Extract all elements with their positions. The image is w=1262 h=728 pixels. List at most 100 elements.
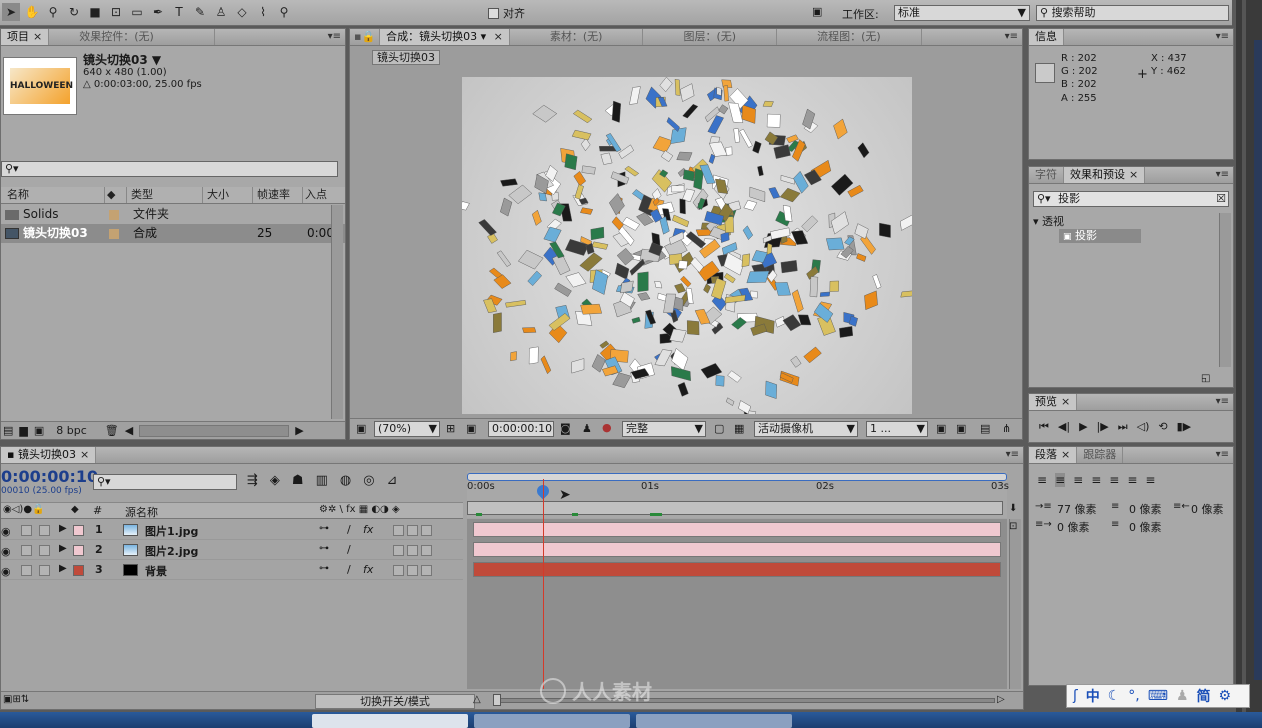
tab-tracker[interactable]: 跟踪器 — [1077, 447, 1124, 463]
hand-tool-icon[interactable]: ✋ — [23, 3, 41, 21]
layer-row[interactable]: ◉ ▶ 2 图片2.jpg ⊶ / — [1, 541, 463, 560]
scroll-left-icon[interactable]: ◀ — [125, 424, 133, 437]
brainstorm-icon[interactable]: ◎ — [363, 473, 374, 488]
panel-menu-icon[interactable]: ▾≡ — [328, 31, 341, 42]
project-item-name[interactable]: 镜头切换03 ▼ — [83, 51, 161, 68]
comp-marker-bin-icon[interactable]: ⬇ — [1009, 503, 1017, 514]
channel-icon[interactable]: ● — [602, 421, 612, 434]
visibility-toggle[interactable]: ◉ — [1, 525, 12, 538]
solo-toggle[interactable] — [39, 545, 50, 556]
views-select[interactable]: 1 ... ▼ — [866, 421, 928, 437]
zoom-out-icon[interactable]: △ — [473, 694, 481, 705]
justify-right-icon[interactable]: ≡ — [1127, 473, 1137, 487]
toggle-pixel-aspect-icon[interactable]: ▣ — [936, 422, 946, 435]
tab-footage[interactable]: 素材：(无) — [510, 29, 644, 45]
graph-editor-icon[interactable]: ⊿ — [387, 473, 398, 488]
rectangle-tool-icon[interactable]: ▭ — [128, 3, 146, 21]
horizontal-scroll-track[interactable] — [139, 424, 290, 437]
type-tool-icon[interactable]: T — [170, 3, 188, 21]
transparency-grid-icon[interactable]: ▦ — [734, 422, 744, 435]
selection-tool-icon[interactable]: ➤ — [2, 3, 20, 21]
first-frame-icon[interactable]: ⏮ — [1039, 420, 1049, 434]
layer-duration-bar[interactable] — [473, 562, 1001, 577]
label-color-swatch[interactable] — [73, 545, 84, 556]
label-color-swatch[interactable] — [73, 525, 84, 536]
project-scrollbar[interactable] — [331, 205, 343, 419]
justify-all-icon[interactable]: ≡ — [1145, 473, 1155, 487]
audio-toggle[interactable] — [21, 565, 32, 576]
safe-zones-icon[interactable]: ⊞ — [446, 422, 455, 435]
ime-logo-icon[interactable]: ʃ — [1073, 688, 1078, 704]
shy-switch-icon[interactable]: ⊶ — [319, 563, 329, 574]
solo-toggle[interactable] — [39, 565, 50, 576]
expand-icon[interactable]: ▶ — [59, 523, 67, 534]
timeline-search-input[interactable]: ⚲▾ — [93, 474, 237, 490]
new-folder-icon[interactable]: ◱ — [1201, 373, 1210, 384]
layer-row[interactable]: ◉ ▶ 3 背景 ⊶ / fx — [1, 561, 463, 580]
ime-user-icon[interactable]: ♟ — [1176, 688, 1189, 704]
layer-switches-icon[interactable]: ▣⊞⇅ — [3, 694, 29, 705]
tab-preview[interactable]: 预览 × — [1029, 394, 1078, 410]
work-area-bar[interactable] — [467, 473, 1007, 481]
shy-switch-icon[interactable]: ⊶ — [319, 523, 329, 534]
switch-box[interactable] — [407, 565, 418, 576]
expand-icon[interactable]: ▶ — [59, 543, 67, 554]
interpret-footage-icon[interactable]: ▤ — [3, 424, 13, 437]
audio-icon[interactable]: ◁) — [1137, 420, 1150, 434]
comp-viewer[interactable] — [462, 77, 912, 414]
zoom-select[interactable]: (70%) ▼ — [374, 421, 440, 437]
comp-timecode-field[interactable]: 0:00:00:10 — [488, 421, 554, 437]
fast-previews-icon[interactable]: ▣ — [956, 422, 966, 435]
frame-blending-icon[interactable]: ▥ — [316, 473, 328, 488]
project-search-input[interactable]: ⚲▾ — [1, 161, 338, 177]
quality-switch-icon[interactable]: / — [347, 523, 351, 536]
comp-name-button[interactable]: 镜头切换03 — [372, 50, 440, 65]
puppet-pin-tool-icon[interactable]: ⚲ — [275, 3, 293, 21]
expand-icon[interactable]: ▶ — [59, 563, 67, 574]
trash-icon[interactable]: 🗑 — [105, 424, 119, 437]
zoom-tool-icon[interactable]: ⚲ — [44, 3, 62, 21]
scroll-right-icon[interactable]: ▶ — [295, 424, 303, 437]
tab-project[interactable]: 项目 × — [1, 29, 50, 45]
col-source-name[interactable]: 源名称 — [125, 504, 158, 520]
shy-switch-icon[interactable]: ⊶ — [319, 543, 329, 554]
align-right-icon[interactable]: ≡ — [1073, 473, 1083, 487]
label-color-swatch[interactable] — [73, 565, 84, 576]
tab-info[interactable]: 信息 — [1029, 29, 1064, 45]
tab-character[interactable]: 字符 — [1029, 167, 1064, 183]
snapshot-icon[interactable]: ◙ — [560, 422, 571, 435]
ime-settings-icon[interactable]: ⚙ — [1219, 688, 1232, 704]
justify-center-icon[interactable]: ≡ — [1109, 473, 1119, 487]
comp-mini-flowchart-icon[interactable]: ⇶ — [247, 473, 258, 488]
align-left-icon[interactable]: ≡ — [1037, 473, 1047, 487]
ime-punct-icon[interactable]: °, — [1128, 688, 1139, 704]
fx-switch-icon[interactable]: fx — [363, 523, 373, 536]
effects-item-row[interactable]: ▣ 投影 — [1059, 229, 1141, 243]
camera-tool-icon[interactable]: ■ — [86, 3, 104, 21]
fx-switch-icon[interactable]: fx — [363, 563, 373, 576]
switch-box[interactable] — [393, 565, 404, 576]
layer-duration-bar[interactable] — [473, 542, 1001, 557]
layer-duration-bar[interactable] — [473, 522, 1001, 537]
indent-first-value[interactable]: 0 像素 — [1057, 519, 1090, 535]
camera-select[interactable]: 活动摄像机 ▼ — [754, 421, 858, 437]
next-frame-icon[interactable]: |▶ — [1097, 420, 1109, 434]
clear-search-icon[interactable]: ☒ — [1216, 192, 1226, 206]
always-preview-icon[interactable]: ▣ — [356, 422, 366, 435]
new-folder-icon[interactable]: ▆ — [19, 424, 27, 437]
switch-box[interactable] — [393, 545, 404, 556]
toggle-switches-modes-button[interactable]: 切换开关/模式 — [315, 694, 475, 709]
col-fps[interactable]: 帧速率 — [257, 187, 303, 203]
pan-behind-tool-icon[interactable]: ⊡ — [107, 3, 125, 21]
rotate-tool-icon[interactable]: ↻ — [65, 3, 83, 21]
project-row-solids[interactable]: Solids 文件夹 — [1, 205, 345, 224]
indent-right-value[interactable]: 0 像素 — [1191, 501, 1224, 517]
col-name[interactable]: 名称 — [7, 187, 105, 203]
zoom-slider-handle[interactable] — [493, 694, 501, 706]
taskbar-item[interactable] — [636, 714, 792, 728]
tab-composition[interactable]: 合成：镜头切换03 ▾ × — [380, 29, 510, 45]
panel-menu-icon[interactable]: ▾≡ — [1216, 396, 1229, 407]
workspace-select[interactable]: 标准 ▼ — [894, 5, 1030, 21]
bpc-label[interactable]: 8 bpc — [56, 424, 87, 437]
tab-effect-controls[interactable]: 效果控件：(无) — [49, 29, 215, 45]
